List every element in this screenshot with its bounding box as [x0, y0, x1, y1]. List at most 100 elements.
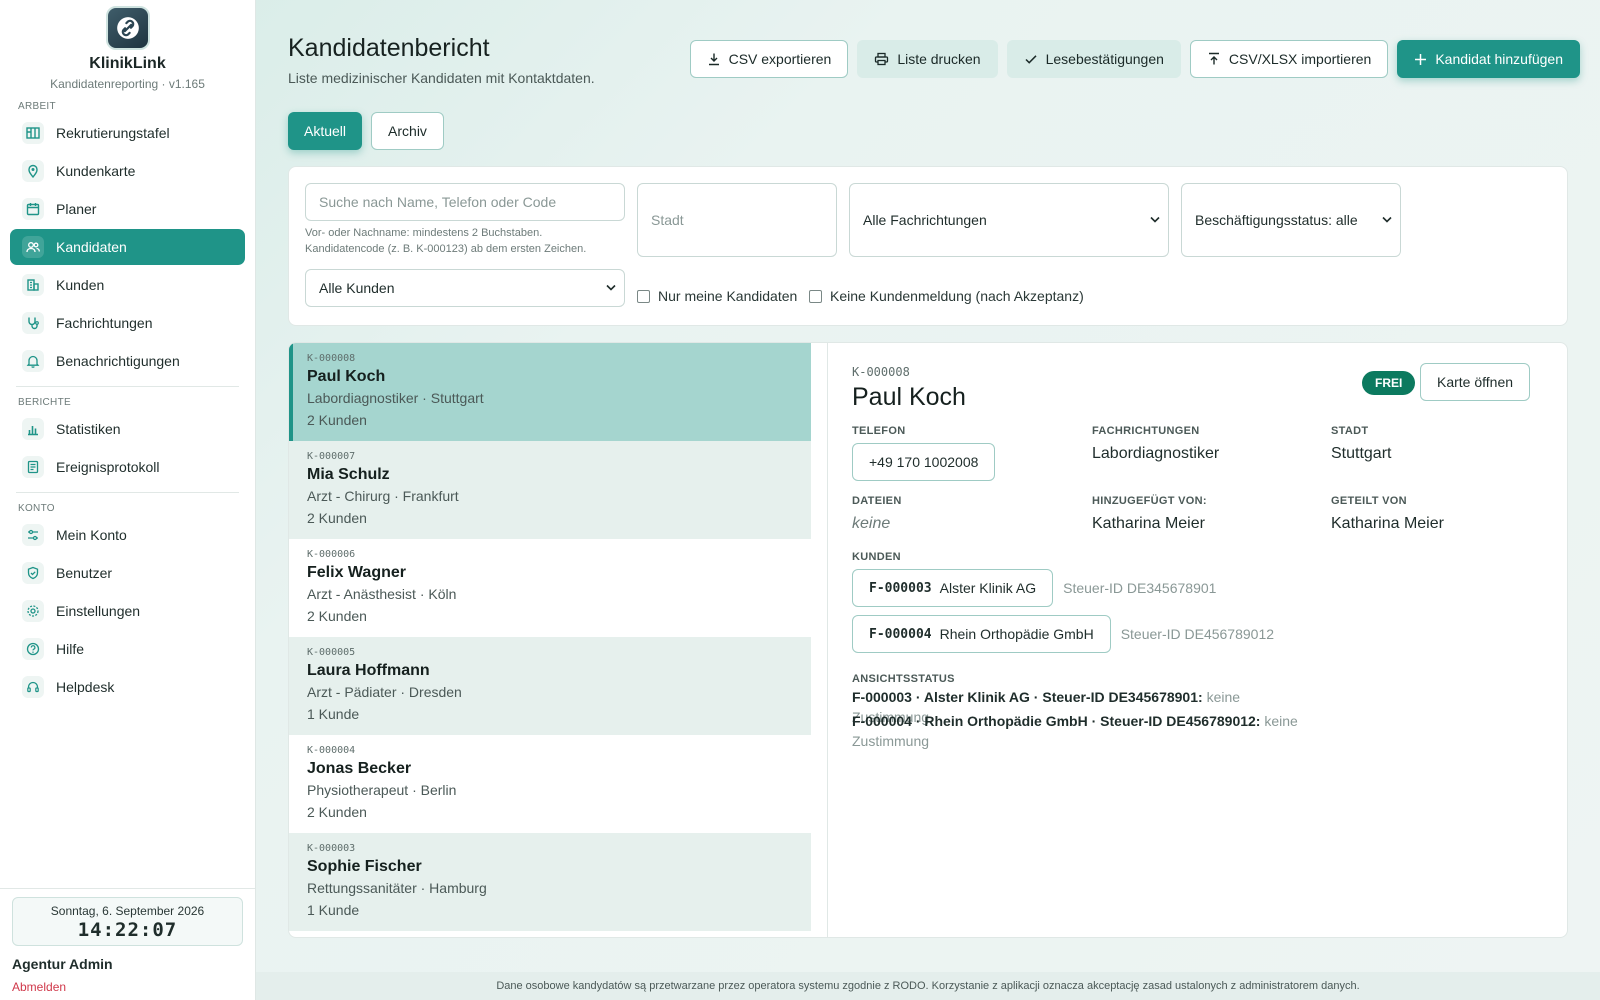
- added-by-label: HINZUGEFÜGT VON:: [1092, 495, 1207, 507]
- bell-icon: [22, 350, 44, 372]
- app-version: Kandidatenreporting · v1.165: [50, 77, 205, 91]
- sidebar-item-statistiken[interactable]: Statistiken: [10, 411, 245, 447]
- status-badge: FREI: [1362, 371, 1416, 395]
- client-code: F-000003: [869, 580, 932, 596]
- sidebar-item-kunden[interactable]: Kunden: [10, 267, 245, 303]
- candidate-item[interactable]: K-000006 Felix Wagner Arzt - Anästhesist…: [289, 539, 811, 637]
- candidate-client-count: 1 Kunde: [307, 706, 360, 722]
- employment-status-value: Beschäftigungsstatus: alle: [1195, 212, 1358, 228]
- specialty-select[interactable]: Alle Fachrichtungen: [849, 183, 1169, 257]
- brand: KlinikLink Kandidatenreporting · v1.165: [0, 0, 255, 91]
- candidate-detail: K-000008 Paul Koch FREI Karte öffnen TEL…: [827, 343, 1567, 937]
- client-chip[interactable]: F-000003 Alster Klinik AG: [852, 569, 1054, 607]
- chevron-down-icon: [606, 284, 616, 291]
- client-tax-id: Steuer-ID DE456789012: [1120, 626, 1275, 642]
- sidebar-item-rekrutierungstafel[interactable]: Rekrutierungstafel: [10, 115, 245, 151]
- candidate-item[interactable]: K-000004 Jonas Becker Physiotherapeut · …: [289, 735, 811, 833]
- sidebar-item-kundenkarte[interactable]: Kundenkarte: [10, 153, 245, 189]
- candidate-client-count: 2 Kunden: [307, 804, 367, 820]
- sidebar-item-label: Planer: [56, 201, 97, 217]
- link-icon: [116, 17, 139, 39]
- printer-icon: [875, 52, 889, 66]
- sidebar-item-label: Hilfe: [56, 641, 85, 657]
- logout-link[interactable]: Abmelden: [12, 980, 243, 994]
- chevron-down-icon: [1150, 216, 1160, 223]
- privacy-footer: Dane osobowe kandydatów są przetwarzane …: [256, 972, 1600, 1000]
- calendar-icon: [22, 198, 44, 220]
- sidebar-item-einstellungen[interactable]: Einstellungen: [10, 593, 245, 629]
- no-client-report-label: Keine Kundenmeldung (nach Akzeptanz): [830, 288, 1084, 304]
- sidebar-item-label: Kunden: [56, 277, 105, 293]
- sidebar-item-label: Statistiken: [56, 421, 121, 437]
- only-mine-checkbox[interactable]: Nur meine Kandidaten: [637, 288, 797, 304]
- add-candidate-button[interactable]: Kandidat hinzufügen: [1397, 40, 1580, 78]
- tab-aktuell[interactable]: Aktuell: [288, 112, 363, 150]
- candidate-panel: K-000008 Paul Koch Labordiagnostiker · S…: [288, 342, 1568, 938]
- city-value: Stuttgart: [1331, 445, 1392, 462]
- sidebar-item-hilfe[interactable]: Hilfe: [10, 631, 245, 667]
- gear-icon: [22, 600, 44, 622]
- candidate-client-count: 1 Kunde: [307, 902, 360, 918]
- sidebar-item-kandidaten[interactable]: Kandidaten: [10, 229, 245, 265]
- sidebar-item-label: Mein Konto: [56, 527, 127, 543]
- specialty-select-value: Alle Fachrichtungen: [863, 212, 987, 228]
- candidate-item[interactable]: K-000005 Laura Hoffmann Arzt - Pädiater …: [289, 637, 811, 735]
- print-list-button[interactable]: Liste drucken: [857, 40, 998, 78]
- open-card-button[interactable]: Karte öffnen: [1420, 363, 1531, 401]
- checkbox-box[interactable]: [637, 289, 650, 303]
- tab-archiv[interactable]: Archiv: [371, 112, 444, 150]
- candidate-meta: Labordiagnostiker · Stuttgart: [307, 390, 484, 406]
- checkbox-box[interactable]: [809, 289, 822, 303]
- building-icon: [22, 274, 44, 296]
- candidate-code: K-000004: [307, 745, 356, 756]
- clients-select[interactable]: Alle Kunden: [305, 269, 625, 307]
- upload-icon: [1208, 52, 1219, 65]
- sidebar-item-mein-konto[interactable]: Mein Konto: [10, 517, 245, 553]
- specialty-value: Labordiagnostiker: [1092, 445, 1220, 462]
- consent-client: F-000004 · Rhein Orthopädie GmbH · Steue…: [852, 713, 1261, 729]
- no-client-report-checkbox[interactable]: Keine Kundenmeldung (nach Akzeptanz): [809, 288, 1084, 304]
- city-input[interactable]: Stadt: [637, 183, 837, 257]
- candidate-item[interactable]: K-000007 Mia Schulz Arzt - Chirurg · Fra…: [289, 441, 811, 539]
- phone-button[interactable]: +49 170 1002008: [852, 443, 996, 481]
- candidate-name: Paul Koch: [307, 368, 386, 385]
- candidate-item[interactable]: K-000008 Paul Koch Labordiagnostiker · S…: [289, 343, 811, 441]
- sidebar-item-benachrichtigungen[interactable]: Benachrichtigungen: [10, 343, 245, 379]
- nav-divider: [16, 386, 239, 387]
- read-receipts-button[interactable]: Lesebestätigungen: [1006, 40, 1181, 78]
- clients-label: KUNDEN: [852, 551, 901, 563]
- sidebar-item-fachrichtungen[interactable]: Fachrichtungen: [10, 305, 245, 341]
- help-icon: [22, 638, 44, 660]
- sidebar-item-label: Kandidaten: [56, 239, 127, 255]
- sidebar-item-ereignisprotokoll[interactable]: Ereignisprotokoll: [10, 449, 245, 485]
- view-status-label: ANSICHTSSTATUS: [852, 673, 955, 685]
- added-by-value: Katharina Meier: [1092, 515, 1205, 532]
- sidebar-item-benutzer[interactable]: Benutzer: [10, 555, 245, 591]
- export-csv-button[interactable]: CSV exportieren: [689, 40, 849, 78]
- sidebar-item-planer[interactable]: Planer: [10, 191, 245, 227]
- export-csv-label: CSV exportieren: [728, 51, 832, 67]
- read-receipts-label: Lesebestätigungen: [1045, 51, 1164, 67]
- client-row: F-000004 Rhein Orthopädie GmbH Steuer-ID…: [852, 615, 1274, 653]
- users-icon: [22, 236, 44, 258]
- shield-icon: [22, 562, 44, 584]
- import-button[interactable]: CSV/XLSX importieren: [1189, 40, 1389, 78]
- client-chip[interactable]: F-000004 Rhein Orthopädie GmbH: [852, 615, 1111, 653]
- nav-section-title: KONTO: [18, 503, 55, 514]
- candidate-meta: Arzt - Anästhesist · Köln: [307, 586, 457, 602]
- files-label: DATEIEN: [852, 495, 902, 507]
- candidate-name: Felix Wagner: [307, 564, 406, 581]
- bar-chart-icon: [22, 418, 44, 440]
- consent-client: F-000003 · Alster Klinik AG · Steuer-ID …: [852, 689, 1203, 705]
- clients-select-value: Alle Kunden: [319, 280, 395, 296]
- shared-by-value: Katharina Meier: [1331, 515, 1444, 532]
- app-logo[interactable]: [105, 6, 150, 50]
- search-input[interactable]: Suche nach Name, Telefon oder Code: [305, 183, 625, 221]
- candidate-item[interactable]: K-000003 Sophie Fischer Rettungssanitäte…: [289, 833, 811, 931]
- sidebar-item-helpdesk[interactable]: Helpdesk: [10, 669, 245, 705]
- employment-status-select[interactable]: Beschäftigungsstatus: alle: [1181, 183, 1401, 257]
- sidebar: KlinikLink Kandidatenreporting · v1.165 …: [0, 0, 256, 1000]
- page-subtitle: Liste medizinischer Kandidaten mit Konta…: [288, 70, 595, 86]
- client-code: F-000004: [869, 626, 932, 642]
- consent-line: F-000004 · Rhein Orthopädie GmbH · Steue…: [852, 711, 1312, 751]
